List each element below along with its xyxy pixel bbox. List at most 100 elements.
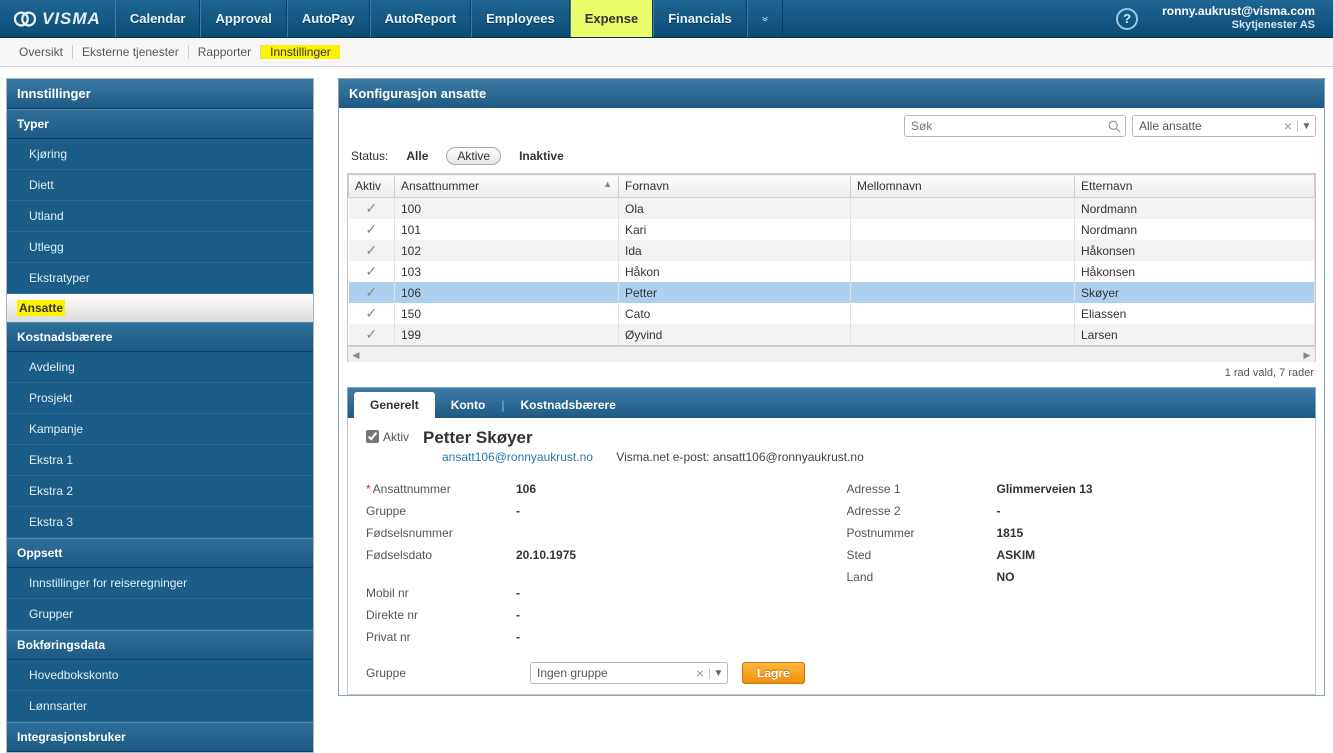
sidebar-section[interactable]: Oppsett <box>7 538 313 568</box>
tab-konto[interactable]: Konto <box>435 392 502 418</box>
cell-nr: 150 <box>395 303 619 324</box>
sidebar-item[interactable]: Kampanje <box>7 414 313 445</box>
menu-approval[interactable]: Approval <box>200 0 286 37</box>
sidebar-item-ansatte[interactable]: Ansatte <box>7 294 313 322</box>
cell-en: Larsen <box>1075 324 1315 345</box>
submenu-rapporter[interactable]: Rapporter <box>189 45 261 59</box>
group-combo[interactable]: Ingen gruppe × ▼ <box>530 662 728 684</box>
menu-more[interactable] <box>747 0 783 37</box>
table-row[interactable]: ✓100OlaNordmann <box>349 198 1315 220</box>
cell-fn: Kari <box>619 219 851 240</box>
detail-line: Adresse 2- <box>847 500 1298 522</box>
sidebar-item[interactable]: Hovedbokskonto <box>7 660 313 691</box>
table-row[interactable]: ✓101KariNordmann <box>349 219 1315 240</box>
detail-line: Fødselsnummer <box>366 522 817 544</box>
cell-mn <box>851 282 1075 303</box>
scroll-right-icon[interactable]: ▶ <box>1299 347 1315 363</box>
cell-en: Nordmann <box>1075 219 1315 240</box>
menu-autopay[interactable]: AutoPay <box>287 0 370 37</box>
sidebar-item[interactable]: Avdeling <box>7 352 313 383</box>
tab-kostnadsbærere[interactable]: Kostnadsbærere <box>504 392 631 418</box>
status-active[interactable]: Aktive <box>446 147 501 165</box>
sidebar-item[interactable]: Prosjekt <box>7 383 313 414</box>
sidebar-item[interactable]: Ekstra 1 <box>7 445 313 476</box>
clear-icon[interactable]: × <box>691 665 709 681</box>
column-header[interactable]: Fornavn <box>619 175 851 198</box>
active-checkbox[interactable] <box>366 430 379 443</box>
detail-value: - <box>516 504 520 518</box>
menu-autoreport[interactable]: AutoReport <box>370 0 472 37</box>
search-icon[interactable] <box>1103 120 1125 133</box>
table-row[interactable]: ✓150CatoEliassen <box>349 303 1315 324</box>
status-inactive[interactable]: Inaktive <box>519 149 564 163</box>
table-row[interactable]: ✓102IdaHåkonsen <box>349 240 1315 261</box>
cell-mn <box>851 219 1075 240</box>
sidebar-item[interactable]: Ekstra 3 <box>7 507 313 538</box>
tab-generelt[interactable]: Generelt <box>354 392 435 418</box>
menu-financials[interactable]: Financials <box>653 0 747 37</box>
employee-config-panel: Konfigurasjon ansatte Alle ansatte × ▼ S… <box>338 78 1325 696</box>
horizontal-scrollbar[interactable]: ◀ ▶ <box>347 346 1316 362</box>
detail-label: Land <box>847 570 997 584</box>
menu-employees[interactable]: Employees <box>471 0 570 37</box>
detail-value: Glimmerveien 13 <box>997 482 1093 496</box>
sidebar-item[interactable]: Lønnsarter <box>7 691 313 722</box>
detail-label: Privat nr <box>366 630 516 644</box>
sidebar-item[interactable]: Diett <box>7 170 313 201</box>
help-button[interactable]: ? <box>1104 0 1150 37</box>
panel-title: Konfigurasjon ansatte <box>339 79 1324 108</box>
menu-expense[interactable]: Expense <box>570 0 653 37</box>
visma-email: ansatt106@ronnyaukrust.no <box>713 450 864 464</box>
submenu-oversikt[interactable]: Oversikt <box>10 45 73 59</box>
scroll-left-icon[interactable]: ◀ <box>348 347 364 363</box>
check-icon: ✓ <box>349 303 395 324</box>
sidebar-section[interactable]: Typer <box>7 109 313 139</box>
detail-line: Adresse 1Glimmerveien 13 <box>847 478 1298 500</box>
active-label: Aktiv <box>383 430 409 444</box>
column-header[interactable]: Aktiv <box>349 175 395 198</box>
table-row[interactable]: ✓106PetterSkøyer <box>349 282 1315 303</box>
sidebar-item[interactable]: Innstillinger for reiseregninger <box>7 568 313 599</box>
active-checkbox-wrap[interactable]: Aktiv <box>366 430 409 444</box>
check-icon: ✓ <box>349 219 395 240</box>
column-header[interactable]: Etternavn <box>1075 175 1315 198</box>
sidebar-section[interactable]: Kostnadsbærere <box>7 322 313 352</box>
sidebar-item[interactable]: Grupper <box>7 599 313 630</box>
save-button[interactable]: Lagre <box>742 662 805 684</box>
sidebar-section[interactable]: Bokføringsdata <box>7 630 313 660</box>
detail-value: - <box>516 586 520 600</box>
column-header[interactable]: Ansattnummer▲ <box>395 175 619 198</box>
user-info[interactable]: ronny.aukrust@visma.com Skytjenester AS <box>1150 0 1333 37</box>
sidebar-item[interactable]: Utlegg <box>7 232 313 263</box>
cell-en: Håkonsen <box>1075 240 1315 261</box>
search-input-wrap[interactable] <box>904 115 1126 137</box>
sidebar-section[interactable]: Integrasjonsbruker <box>7 722 313 752</box>
status-all[interactable]: Alle <box>406 149 428 163</box>
detail-line: Privat nr- <box>366 626 817 648</box>
grid-footer: 1 rad vald, 7 rader <box>339 362 1324 387</box>
menu-calendar[interactable]: Calendar <box>115 0 201 37</box>
table-row[interactable]: ✓103HåkonHåkonsen <box>349 261 1315 282</box>
status-label: Status: <box>351 149 388 163</box>
chevron-down-icon[interactable]: ▼ <box>1297 121 1315 132</box>
search-input[interactable] <box>905 119 1103 133</box>
column-header[interactable]: Mellomnavn <box>851 175 1075 198</box>
status-filter: Status: Alle Aktive Inaktive <box>339 137 1324 173</box>
filter-combo[interactable]: Alle ansatte × ▼ <box>1132 115 1316 137</box>
sidebar-item[interactable]: Utland <box>7 201 313 232</box>
sidebar-item[interactable]: Kjøring <box>7 139 313 170</box>
clear-icon[interactable]: × <box>1279 118 1297 134</box>
detail-line: Gruppe- <box>366 500 817 522</box>
employee-email-link[interactable]: ansatt106@ronnyaukrust.no <box>442 450 593 464</box>
check-icon: ✓ <box>349 261 395 282</box>
submenu-innstillinger[interactable]: Innstillinger <box>261 45 340 59</box>
sidebar-item[interactable]: Ekstra 2 <box>7 476 313 507</box>
table-row[interactable]: ✓199ØyvindLarsen <box>349 324 1315 345</box>
sidebar-item[interactable]: Ekstratyper <box>7 263 313 294</box>
visma-email-label: Visma.net e-post: <box>616 450 709 464</box>
user-company: Skytjenester AS <box>1162 18 1315 32</box>
chevron-down-icon[interactable]: ▼ <box>709 668 727 679</box>
detail-value: ASKIM <box>997 548 1036 562</box>
submenu-eksterne-tjenester[interactable]: Eksterne tjenester <box>73 45 189 59</box>
cell-nr: 102 <box>395 240 619 261</box>
